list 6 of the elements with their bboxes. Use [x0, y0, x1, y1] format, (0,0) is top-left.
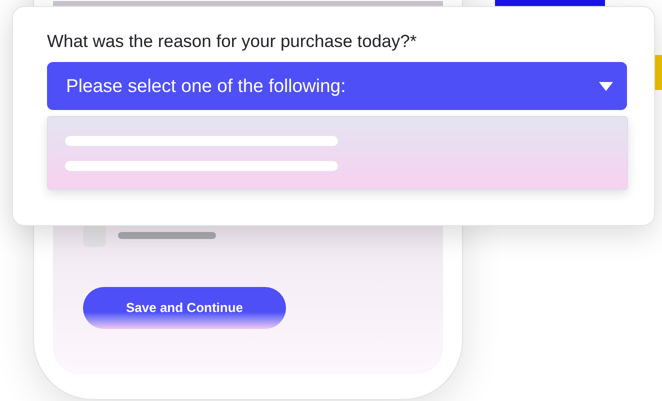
checkbox[interactable] [83, 224, 106, 247]
option-placeholder-bar[interactable] [65, 161, 338, 171]
save-and-continue-button[interactable]: Save and Continue [83, 287, 286, 329]
select-dropdown[interactable]: Please select one of the following: [47, 62, 627, 110]
option-placeholder-bar[interactable] [65, 136, 338, 146]
question-label: What was the reason for your purchase today?* [47, 30, 418, 53]
